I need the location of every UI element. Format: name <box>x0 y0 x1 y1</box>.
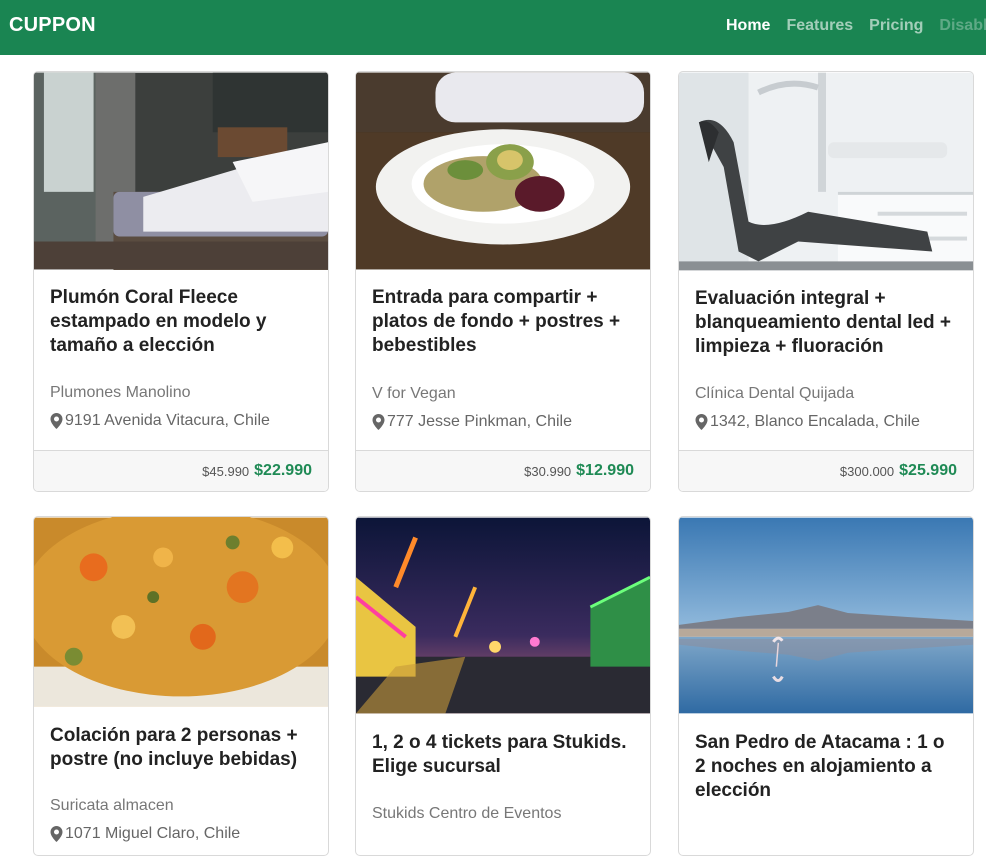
address-text: 1342, Blanco Encalada, Chile <box>710 413 920 430</box>
bedroom-image[interactable] <box>34 72 328 270</box>
deal-card[interactable]: Entrada para compartir + platos de fondo… <box>355 71 651 492</box>
old-price: $30.990 <box>524 463 572 479</box>
location-pin-icon <box>372 414 385 430</box>
merchant-address: 777 Jesse Pinkman, Chile <box>372 413 572 431</box>
deal-title[interactable]: Plumón Coral Fleece estampado en modelo … <box>50 286 312 358</box>
deal-card[interactable]: Colación para 2 personas + postre (no in… <box>33 516 329 856</box>
price-footer: $45.990 $22.990 <box>34 450 328 491</box>
merchant-address: 1342, Blanco Encalada, Chile <box>695 413 920 431</box>
nav-links: Home Features Pricing Disabled <box>726 17 986 35</box>
deal-card[interactable]: Evaluación integral + blanqueamiento den… <box>678 71 974 492</box>
merchant-address: 9191 Avenida Vitacura, Chile <box>50 412 270 430</box>
old-price: $45.990 <box>202 463 250 479</box>
address-text: 777 Jesse Pinkman, Chile <box>387 413 572 430</box>
deal-card[interactable]: San Pedro de Atacama : 1 o 2 noches en a… <box>678 516 974 856</box>
deal-title[interactable]: Evaluación integral + blanqueamiento den… <box>695 287 957 359</box>
merchant-name: V for Vegan <box>372 385 456 402</box>
flamingo-lake-image[interactable] <box>679 517 973 714</box>
deal-card[interactable]: Plumón Coral Fleece estampado en modelo … <box>33 71 329 492</box>
deal-card[interactable]: 1, 2 o 4 tickets para Stukids. Elige suc… <box>355 516 651 856</box>
deal-title[interactable]: 1, 2 o 4 tickets para Stukids. Elige suc… <box>372 731 634 779</box>
new-price: $25.990 <box>899 462 957 479</box>
dental-chair-image[interactable] <box>679 72 973 271</box>
deal-title[interactable]: Entrada para compartir + platos de fondo… <box>372 286 634 358</box>
brand-logo[interactable]: CUPPON <box>9 14 96 37</box>
deal-title[interactable]: San Pedro de Atacama : 1 o 2 noches en a… <box>695 731 957 803</box>
fair-night-image[interactable] <box>356 517 650 714</box>
location-pin-icon <box>50 413 63 429</box>
merchant-name: Clínica Dental Quijada <box>695 385 855 402</box>
location-pin-icon <box>50 826 63 842</box>
nav-home-link[interactable]: Home <box>726 17 770 35</box>
price-footer: $300.000 $25.990 <box>679 450 973 491</box>
new-price: $22.990 <box>254 462 312 479</box>
address-text: 9191 Avenida Vitacura, Chile <box>65 412 270 429</box>
top-navbar: CUPPON Home Features Pricing Disabled <box>0 0 986 55</box>
merchant-address: 1071 Miguel Claro, Chile <box>50 825 240 843</box>
merchant-name: Suricata almacen <box>50 797 174 814</box>
location-pin-icon <box>695 414 708 430</box>
address-text: 1071 Miguel Claro, Chile <box>65 825 241 842</box>
nav-pricing-link[interactable]: Pricing <box>869 17 923 35</box>
nav-disabled-link: Disabled <box>939 17 986 34</box>
nav-features-link[interactable]: Features <box>786 17 853 35</box>
deal-title[interactable]: Colación para 2 personas + postre (no in… <box>50 724 312 772</box>
price-footer: $30.990 $12.990 <box>356 450 650 491</box>
deals-grid: Plumón Coral Fleece estampado en modelo … <box>0 0 986 856</box>
food-plate-image[interactable] <box>34 517 328 707</box>
merchant-name: Stukids Centro de Eventos <box>372 805 562 822</box>
vegan-dish-image[interactable] <box>356 72 650 270</box>
new-price: $12.990 <box>576 462 634 479</box>
merchant-name: Plumones Manolino <box>50 384 191 401</box>
old-price: $300.000 <box>839 463 895 479</box>
